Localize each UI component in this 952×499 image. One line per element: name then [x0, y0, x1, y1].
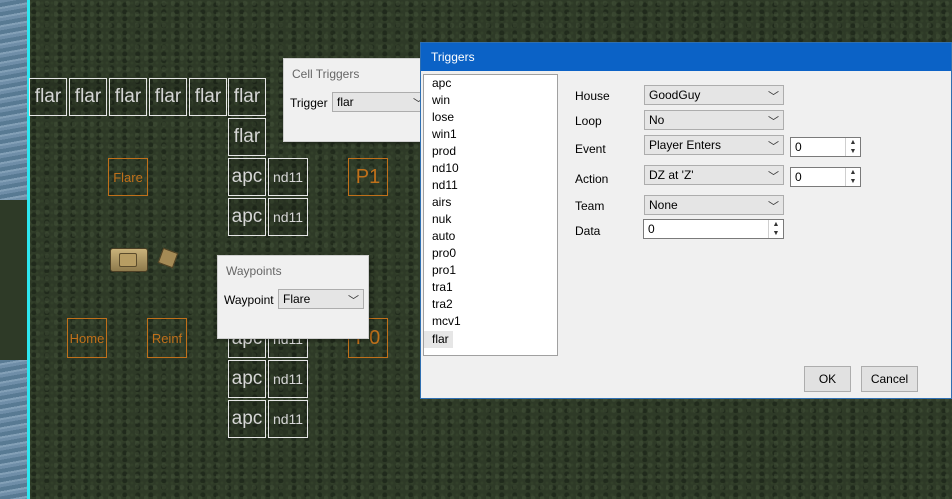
action-select[interactable]: DZ at 'Z' ﹀	[644, 165, 784, 185]
team-select[interactable]: None ﹀	[644, 195, 784, 215]
trigger-cell[interactable]: flar	[69, 78, 107, 116]
list-item[interactable]: nuk	[424, 211, 557, 228]
list-item-selected[interactable]: flar	[424, 331, 453, 348]
triggers-dialog: Triggers apc win lose win1 prod nd10 nd1…	[420, 42, 952, 399]
trigger-cell[interactable]: flar	[228, 118, 266, 156]
trigger-cell[interactable]: apc	[228, 360, 266, 398]
chevron-down-icon: ﹀	[768, 171, 779, 183]
loop-select[interactable]: No ﹀	[644, 110, 784, 130]
waypoint-reinf[interactable]: Reinf	[147, 318, 187, 358]
list-item[interactable]: mcv1	[424, 313, 557, 330]
stepper-arrows-icon[interactable]: ▲ ▼	[768, 220, 783, 238]
action-param-stepper[interactable]: 0 ▲ ▼	[790, 167, 861, 187]
waypoint-label: Waypoint	[224, 293, 274, 307]
cancel-button[interactable]: Cancel	[861, 366, 918, 392]
waypoints-panel: Waypoints Waypoint Flare ﹀	[217, 255, 369, 339]
trigger-cell[interactable]: flar	[109, 78, 147, 116]
list-item[interactable]: prod	[424, 143, 557, 160]
panel-title: Cell Triggers	[292, 67, 360, 81]
trigger-cell[interactable]: apc	[228, 400, 266, 438]
list-item[interactable]: nd10	[424, 160, 557, 177]
map-boundary-line	[27, 0, 30, 499]
trigger-cell[interactable]: flar	[189, 78, 227, 116]
waypoint-flare[interactable]: Flare	[108, 158, 148, 196]
data-stepper[interactable]: 0 ▲ ▼	[643, 219, 784, 239]
trigger-cell[interactable]: flar	[29, 78, 67, 116]
list-item[interactable]: pro1	[424, 262, 557, 279]
dialog-title: Triggers	[421, 43, 951, 71]
team-label: Team	[575, 199, 605, 213]
data-label: Data	[575, 224, 601, 238]
trigger-cell[interactable]: apc	[228, 158, 266, 196]
tank-unit-icon[interactable]	[110, 248, 148, 272]
ok-button[interactable]: OK	[804, 366, 851, 392]
list-item[interactable]: pro0	[424, 245, 557, 262]
event-select[interactable]: Player Enters ﹀	[644, 135, 784, 155]
trigger-cell[interactable]: flar	[149, 78, 187, 116]
waypoint-p1[interactable]: P1	[348, 158, 388, 196]
event-label: Event	[575, 142, 606, 156]
list-item[interactable]: tra2	[424, 296, 557, 313]
house-label: House	[575, 89, 610, 103]
trigger-cell[interactable]: nd11	[268, 360, 308, 398]
cell-triggers-panel: Cell Triggers Trigger flar ﹀	[283, 58, 435, 142]
list-item[interactable]: win1	[424, 126, 557, 143]
list-item[interactable]: nd11	[424, 177, 557, 194]
list-item[interactable]: auto	[424, 228, 557, 245]
trigger-select[interactable]: flar ﹀	[332, 92, 429, 112]
list-item[interactable]: airs	[424, 194, 557, 211]
trigger-list[interactable]: apc win lose win1 prod nd10 nd11 airs nu…	[423, 74, 558, 356]
action-label: Action	[575, 172, 609, 186]
chevron-down-icon: ﹀	[348, 295, 359, 307]
list-item[interactable]: win	[424, 92, 557, 109]
trigger-cell[interactable]: apc	[228, 198, 266, 236]
chevron-down-icon: ﹀	[768, 91, 779, 103]
house-select[interactable]: GoodGuy ﹀	[644, 85, 784, 105]
trigger-cell[interactable]: nd11	[268, 198, 308, 236]
waypoint-home[interactable]: Home	[67, 318, 107, 358]
waypoint-select[interactable]: Flare ﹀	[278, 289, 364, 309]
trigger-cell[interactable]: nd11	[268, 400, 308, 438]
list-item[interactable]: tra1	[424, 279, 557, 296]
trigger-label: Trigger	[290, 96, 328, 110]
list-item[interactable]: lose	[424, 109, 557, 126]
list-item[interactable]: apc	[424, 75, 557, 92]
stepper-arrows-icon[interactable]: ▲ ▼	[845, 138, 860, 156]
chevron-down-icon: ﹀	[768, 141, 779, 153]
chevron-down-icon: ﹀	[768, 201, 779, 213]
trigger-cell[interactable]: flar	[228, 78, 266, 116]
chevron-down-icon: ﹀	[768, 116, 779, 128]
panel-title: Waypoints	[226, 264, 282, 278]
stepper-arrows-icon[interactable]: ▲ ▼	[845, 168, 860, 186]
loop-label: Loop	[575, 114, 602, 128]
trigger-cell[interactable]: nd11	[268, 158, 308, 196]
event-param-stepper[interactable]: 0 ▲ ▼	[790, 137, 861, 157]
